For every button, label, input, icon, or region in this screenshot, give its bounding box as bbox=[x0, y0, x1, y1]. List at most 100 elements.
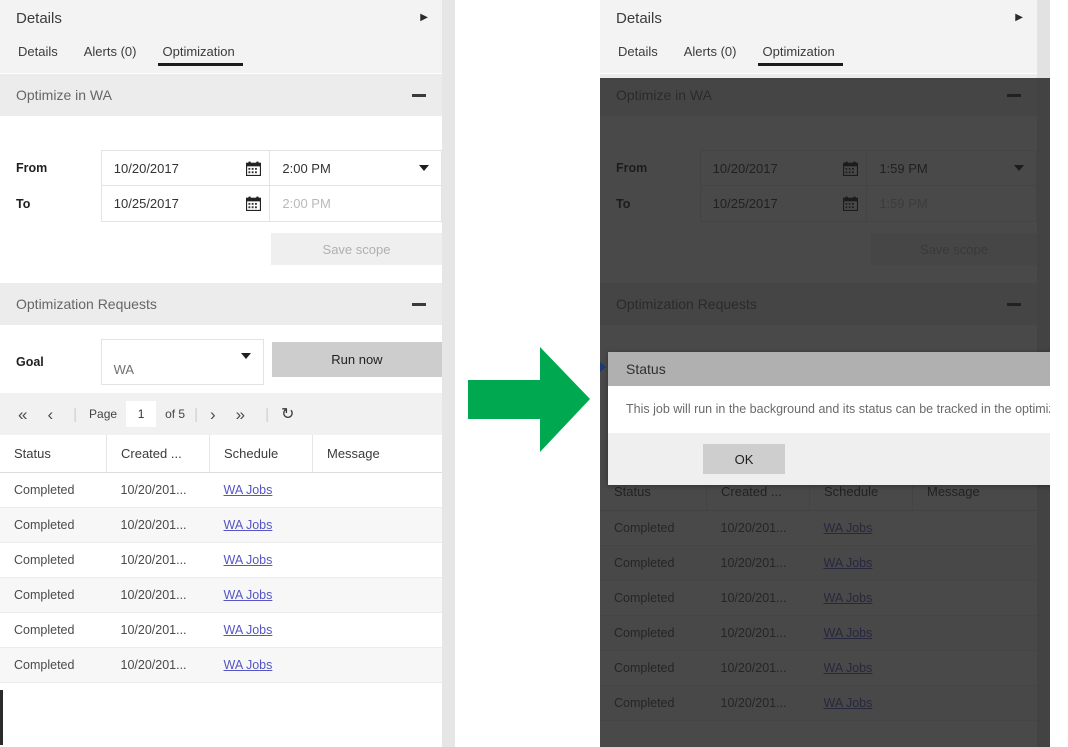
cell-schedule: WA Jobs bbox=[210, 578, 313, 613]
to-date-value: 10/25/2017 bbox=[713, 196, 844, 211]
to-date-input[interactable]: 10/25/2017 bbox=[700, 186, 868, 222]
table-row[interactable]: Completed 10/20/201... WA Jobs bbox=[600, 581, 1037, 616]
to-time-input[interactable]: 1:59 PM bbox=[867, 186, 1037, 222]
vertical-scrollbar[interactable] bbox=[442, 0, 455, 747]
cell-schedule: WA Jobs bbox=[810, 581, 913, 616]
run-now-button[interactable]: Run now bbox=[272, 342, 442, 377]
table-header-row: Status Created ... Schedule Message bbox=[0, 435, 442, 473]
cell-status: Completed bbox=[0, 473, 107, 508]
schedule-link[interactable]: WA Jobs bbox=[224, 518, 273, 532]
schedule-link[interactable]: WA Jobs bbox=[824, 661, 873, 675]
column-header-schedule[interactable]: Schedule bbox=[210, 435, 313, 473]
table-row[interactable]: Completed 10/20/201... WA Jobs bbox=[0, 543, 442, 578]
calendar-icon[interactable] bbox=[246, 161, 261, 176]
chevron-right-icon[interactable]: ▶ bbox=[420, 13, 428, 23]
table-row[interactable]: Completed 10/20/201... WA Jobs bbox=[0, 578, 442, 613]
from-time-select[interactable]: 1:59 PM bbox=[867, 150, 1037, 186]
from-date-input[interactable]: 10/20/2017 bbox=[700, 150, 868, 186]
minus-icon[interactable] bbox=[1007, 94, 1021, 97]
cell-created: 10/20/201... bbox=[107, 473, 210, 508]
schedule-link[interactable]: WA Jobs bbox=[824, 591, 873, 605]
prev-page-button[interactable]: ‹ bbox=[47, 406, 53, 423]
optimize-section-header[interactable]: Optimize in WA bbox=[600, 74, 1037, 116]
schedule-link[interactable]: WA Jobs bbox=[824, 696, 873, 710]
refresh-icon[interactable]: ↻ bbox=[281, 404, 294, 424]
requests-section-header[interactable]: Optimization Requests bbox=[600, 283, 1037, 325]
calendar-icon[interactable] bbox=[843, 196, 858, 211]
requests-table: Status Created ... Schedule Message Comp… bbox=[0, 435, 442, 683]
goal-label: Goal bbox=[0, 339, 101, 385]
cell-message bbox=[313, 578, 443, 613]
requests-section-header[interactable]: Optimization Requests bbox=[0, 283, 442, 325]
table-row[interactable]: Completed 10/20/201... WA Jobs bbox=[600, 511, 1037, 546]
cell-message bbox=[313, 648, 443, 683]
minus-icon[interactable] bbox=[412, 94, 426, 97]
cell-created: 10/20/201... bbox=[107, 543, 210, 578]
optimize-section-header[interactable]: Optimize in WA bbox=[0, 74, 442, 116]
tab-details[interactable]: Details bbox=[16, 44, 68, 66]
table-row[interactable]: Completed 10/20/201... WA Jobs bbox=[0, 508, 442, 543]
schedule-link[interactable]: WA Jobs bbox=[224, 483, 273, 497]
chevron-down-icon[interactable] bbox=[419, 165, 429, 171]
chevron-right-icon[interactable]: ▶ bbox=[1015, 13, 1023, 23]
tab-alerts[interactable]: Alerts (0) bbox=[674, 44, 747, 66]
table-row[interactable]: Completed 10/20/201... WA Jobs bbox=[0, 648, 442, 683]
cell-status: Completed bbox=[0, 578, 107, 613]
chevron-down-icon[interactable] bbox=[241, 353, 251, 359]
requests-table: Status Created ... Schedule Message Comp… bbox=[600, 473, 1037, 721]
minus-icon[interactable] bbox=[1007, 303, 1021, 306]
calendar-icon[interactable] bbox=[843, 161, 858, 176]
table-row[interactable]: Completed 10/20/201... WA Jobs bbox=[600, 686, 1037, 721]
cell-message bbox=[313, 613, 443, 648]
column-header-message[interactable]: Message bbox=[313, 435, 443, 473]
column-header-created[interactable]: Created ... bbox=[107, 435, 210, 473]
to-time-input[interactable]: 2:00 PM bbox=[270, 186, 442, 222]
cell-message bbox=[913, 616, 1038, 651]
schedule-link[interactable]: WA Jobs bbox=[224, 658, 273, 672]
triangle-right-icon bbox=[600, 362, 606, 372]
page-total-label: of 5 bbox=[165, 407, 185, 421]
schedule-link[interactable]: WA Jobs bbox=[224, 553, 273, 567]
tab-alerts[interactable]: Alerts (0) bbox=[74, 44, 147, 66]
page-number-input[interactable]: 1 bbox=[126, 401, 156, 427]
first-page-button[interactable]: « bbox=[18, 406, 27, 423]
save-scope-button[interactable]: Save scope bbox=[271, 233, 442, 265]
cell-message bbox=[913, 511, 1038, 546]
table-row[interactable]: Completed 10/20/201... WA Jobs bbox=[600, 546, 1037, 581]
minus-icon[interactable] bbox=[412, 303, 426, 306]
from-time-select[interactable]: 2:00 PM bbox=[270, 150, 442, 186]
table-row[interactable]: Completed 10/20/201... WA Jobs bbox=[0, 473, 442, 508]
from-date-input[interactable]: 10/20/2017 bbox=[101, 150, 271, 186]
arrow-right-icon bbox=[468, 347, 590, 452]
scope-form: From 10/20/2017 bbox=[600, 116, 1037, 283]
cell-created: 10/20/201... bbox=[707, 511, 810, 546]
cell-schedule: WA Jobs bbox=[210, 648, 313, 683]
tab-bar: Details Alerts (0) Optimization bbox=[600, 36, 1037, 74]
to-date-input[interactable]: 10/25/2017 bbox=[101, 186, 271, 222]
table-row[interactable]: Completed 10/20/201... WA Jobs bbox=[0, 613, 442, 648]
table-row[interactable]: Completed 10/20/201... WA Jobs bbox=[600, 616, 1037, 651]
ok-button[interactable]: OK bbox=[703, 444, 785, 474]
schedule-link[interactable]: WA Jobs bbox=[824, 626, 873, 640]
from-row: From 10/20/2017 bbox=[600, 150, 1037, 186]
tab-optimization[interactable]: Optimization bbox=[752, 44, 844, 66]
table-row[interactable]: Completed 10/20/201... WA Jobs bbox=[600, 651, 1037, 686]
goal-select[interactable]: WA bbox=[101, 339, 264, 385]
schedule-link[interactable]: WA Jobs bbox=[824, 556, 873, 570]
column-header-status[interactable]: Status bbox=[0, 435, 107, 473]
calendar-icon[interactable] bbox=[246, 196, 261, 211]
schedule-link[interactable]: WA Jobs bbox=[224, 623, 273, 637]
chevron-down-icon[interactable] bbox=[1014, 165, 1024, 171]
to-time-value: 1:59 PM bbox=[879, 196, 1024, 211]
cell-status: Completed bbox=[0, 508, 107, 543]
cell-schedule: WA Jobs bbox=[210, 473, 313, 508]
cell-status: Completed bbox=[600, 616, 707, 651]
schedule-link[interactable]: WA Jobs bbox=[224, 588, 273, 602]
save-scope-button[interactable]: Save scope bbox=[871, 233, 1037, 265]
next-page-button[interactable]: › bbox=[210, 406, 216, 423]
schedule-link[interactable]: WA Jobs bbox=[824, 521, 873, 535]
tab-optimization[interactable]: Optimization bbox=[152, 44, 244, 66]
tab-details[interactable]: Details bbox=[616, 44, 668, 66]
last-page-button[interactable]: » bbox=[236, 406, 245, 423]
from-row: From 10/20/2017 bbox=[0, 150, 442, 186]
